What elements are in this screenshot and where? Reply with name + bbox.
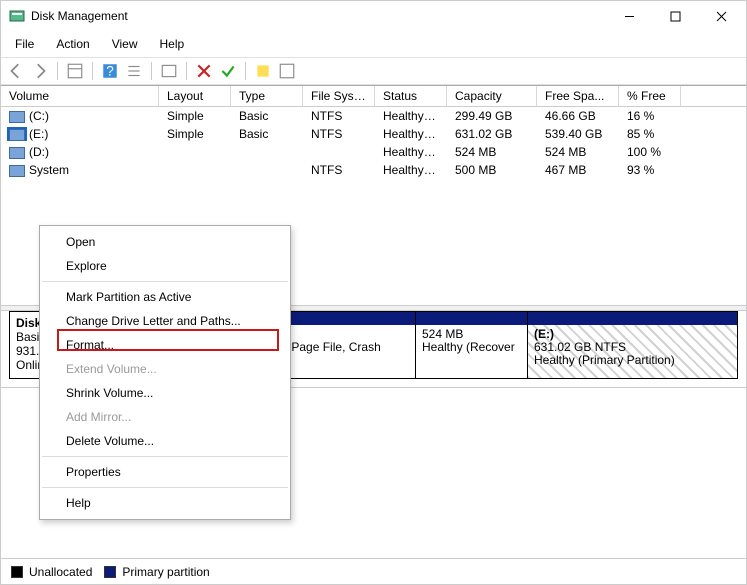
col-status[interactable]: Status xyxy=(375,86,447,106)
partition-selected[interactable]: (E:) 631.02 GB NTFS Healthy (Primary Par… xyxy=(528,312,737,378)
legend-unallocated-icon xyxy=(11,566,23,578)
menu-file[interactable]: File xyxy=(5,33,44,55)
settings-icon[interactable] xyxy=(160,62,178,80)
check-icon[interactable] xyxy=(219,62,237,80)
volume-icon xyxy=(9,129,25,141)
ctx-shrink[interactable]: Shrink Volume... xyxy=(40,381,290,405)
col-capacity[interactable]: Capacity xyxy=(447,86,537,106)
forward-icon[interactable] xyxy=(31,62,49,80)
properties-icon[interactable] xyxy=(278,62,296,80)
ctx-format[interactable]: Format... xyxy=(40,333,290,357)
legend-unallocated-label: Unallocated xyxy=(29,565,92,579)
col-spacer xyxy=(681,86,746,106)
col-freespace[interactable]: Free Spa... xyxy=(537,86,619,106)
ctx-mark-active[interactable]: Mark Partition as Active xyxy=(40,285,290,309)
legend-primary-label: Primary partition xyxy=(122,565,209,579)
close-button[interactable] xyxy=(698,1,744,31)
col-pctfree[interactable]: % Free xyxy=(619,86,681,106)
volume-row[interactable]: System NTFS Healthy (S... 500 MB 467 MB … xyxy=(1,161,746,179)
legend: Unallocated Primary partition xyxy=(1,558,746,584)
ctx-separator xyxy=(42,456,288,457)
menu-view[interactable]: View xyxy=(102,33,148,55)
volume-row[interactable]: (D:) Healthy (R... 524 MB 524 MB 100 % xyxy=(1,143,746,161)
legend-primary-icon xyxy=(104,566,116,578)
volume-icon xyxy=(9,147,25,159)
details-icon[interactable] xyxy=(66,62,84,80)
list-icon[interactable] xyxy=(125,62,143,80)
column-headers: Volume Layout Type File System Status Ca… xyxy=(1,86,746,107)
ctx-properties[interactable]: Properties xyxy=(40,460,290,484)
delete-icon[interactable] xyxy=(195,62,213,80)
help-icon[interactable]: ? xyxy=(101,62,119,80)
menu-action[interactable]: Action xyxy=(46,33,99,55)
volume-row[interactable]: (E:) Simple Basic NTFS Healthy (P... 631… xyxy=(1,125,746,143)
volume-icon xyxy=(9,165,25,177)
minimize-button[interactable] xyxy=(606,1,652,31)
ctx-delete[interactable]: Delete Volume... xyxy=(40,429,290,453)
ctx-explore[interactable]: Explore xyxy=(40,254,290,278)
context-menu: Open Explore Mark Partition as Active Ch… xyxy=(39,225,291,520)
title-bar[interactable]: Disk Management xyxy=(1,1,746,31)
col-filesystem[interactable]: File System xyxy=(303,86,375,106)
app-icon xyxy=(9,8,25,24)
ctx-help[interactable]: Help xyxy=(40,491,290,515)
window-title: Disk Management xyxy=(31,9,606,23)
volume-icon xyxy=(9,111,25,123)
menu-help[interactable]: Help xyxy=(150,33,195,55)
ctx-open[interactable]: Open xyxy=(40,230,290,254)
col-layout[interactable]: Layout xyxy=(159,86,231,106)
ctx-add-mirror: Add Mirror... xyxy=(40,405,290,429)
disk-management-window: Disk Management File Action View Help ? … xyxy=(0,0,747,585)
maximize-button[interactable] xyxy=(652,1,698,31)
partition[interactable]: 524 MB Healthy (Recover xyxy=(416,312,528,378)
ctx-separator xyxy=(42,487,288,488)
col-type[interactable]: Type xyxy=(231,86,303,106)
volume-list: Volume Layout Type File System Status Ca… xyxy=(1,85,746,305)
col-volume[interactable]: Volume xyxy=(1,86,159,106)
toolbar: ? xyxy=(1,57,746,85)
back-icon[interactable] xyxy=(7,62,25,80)
ctx-extend: Extend Volume... xyxy=(40,357,290,381)
svg-text:?: ? xyxy=(106,64,114,79)
create-icon[interactable] xyxy=(254,62,272,80)
menu-bar: File Action View Help xyxy=(1,31,746,57)
ctx-separator xyxy=(42,281,288,282)
ctx-change-letter[interactable]: Change Drive Letter and Paths... xyxy=(40,309,290,333)
volume-row[interactable]: (C:) Simple Basic NTFS Healthy (B... 299… xyxy=(1,107,746,125)
